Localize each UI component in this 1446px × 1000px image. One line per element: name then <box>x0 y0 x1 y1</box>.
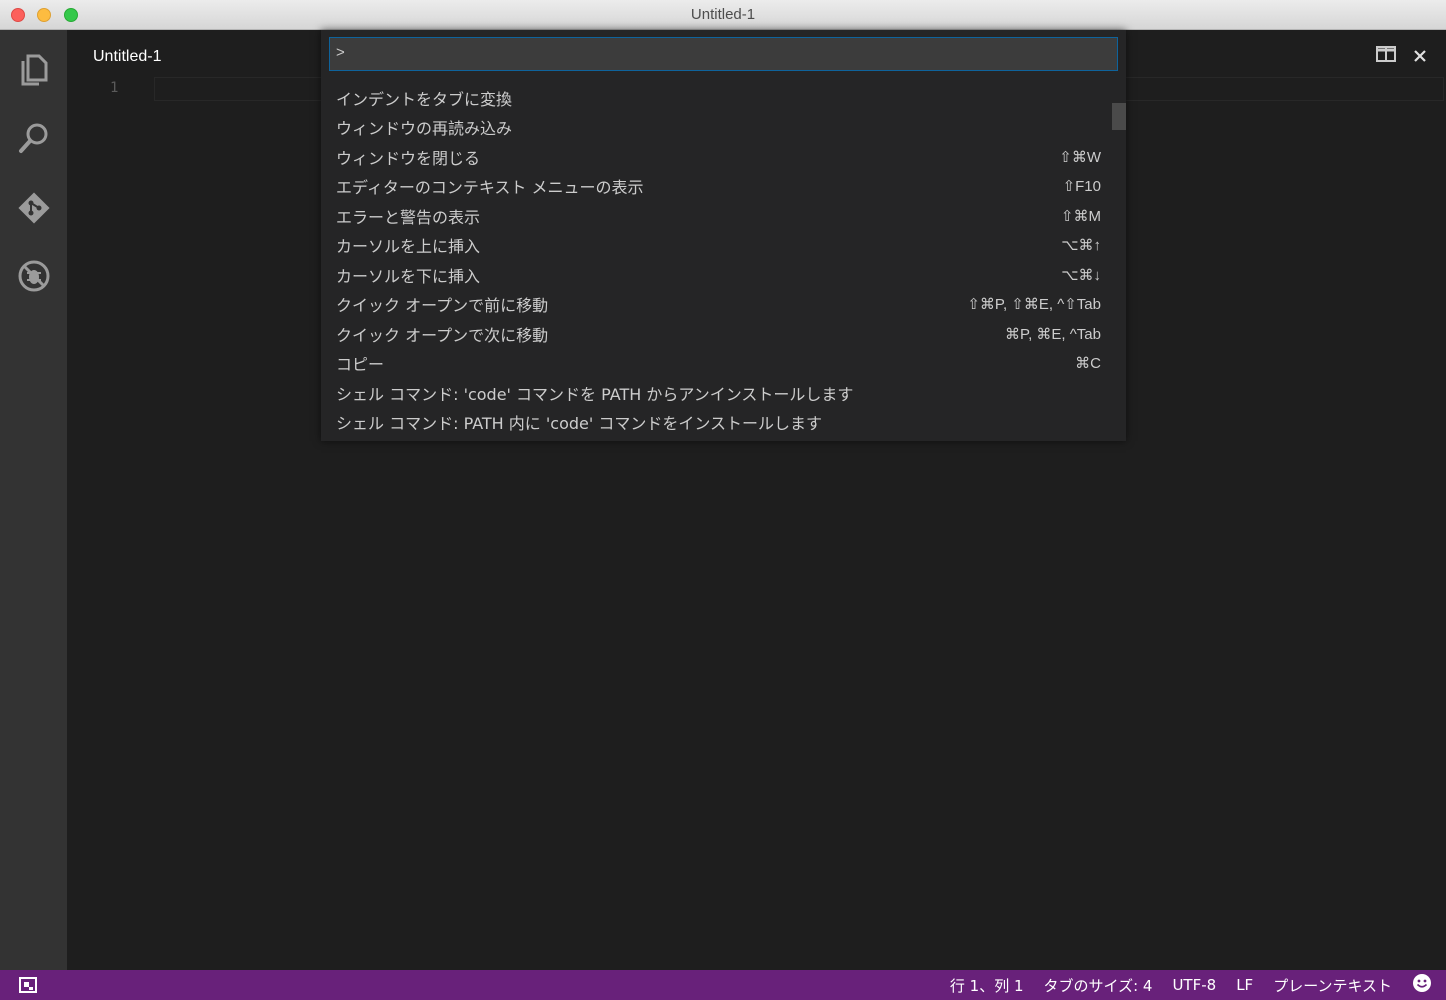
command-keybinding: ⇧⌘M <box>1060 207 1101 225</box>
window-title: Untitled-1 <box>690 6 756 23</box>
command-keybinding: ⇧⌘P, ⇧⌘E, ^⇧Tab <box>967 296 1101 314</box>
command-label: エディターのコンテキスト メニューの表示 <box>336 178 644 198</box>
status-language[interactable]: プレーンテキスト <box>1273 975 1392 996</box>
command-palette-input[interactable]: > <box>329 37 1118 71</box>
git-icon[interactable] <box>14 188 54 228</box>
status-cursor-position[interactable]: 行 1、列 1 <box>950 975 1024 996</box>
command-item[interactable]: クイック オープンで次に移動 ⌘P, ⌘E, ^Tab <box>321 319 1126 349</box>
command-item[interactable]: シェル コマンド: PATH 内に 'code' コマンドをインストールします <box>321 408 1126 438</box>
command-list-scrollbar[interactable] <box>1112 103 1126 130</box>
line-number: 1 <box>110 80 119 96</box>
command-list: インデントをタブに変換 ウィンドウの再読み込み ウィンドウを閉じる ⇧⌘W エデ… <box>321 83 1126 437</box>
files-icon[interactable] <box>14 50 54 90</box>
command-label: シェル コマンド: 'code' コマンドを PATH からアンインストールしま… <box>336 384 854 404</box>
remote-status-icon[interactable] <box>18 976 40 998</box>
close-icon[interactable] <box>1414 47 1426 66</box>
command-item[interactable]: インデントをタブに変換 <box>321 83 1126 113</box>
command-item[interactable]: シェル コマンド: 'code' コマンドを PATH からアンインストールしま… <box>321 378 1126 408</box>
command-keybinding: ⇧F10 <box>1062 178 1101 196</box>
split-editor-icon[interactable] <box>1376 46 1396 66</box>
title-bar: Untitled-1 <box>0 0 1446 30</box>
command-item[interactable]: ウィンドウの再読み込み <box>321 113 1126 143</box>
status-encoding[interactable]: UTF-8 <box>1172 976 1216 994</box>
command-label: エラーと警告の表示 <box>336 207 481 227</box>
command-keybinding: ⌥⌘↓ <box>1061 266 1101 284</box>
command-item[interactable]: ウィンドウを閉じる ⇧⌘W <box>321 142 1126 172</box>
command-item[interactable]: エディターのコンテキスト メニューの表示 ⇧F10 <box>321 172 1126 202</box>
command-label: ウィンドウを閉じる <box>336 148 481 168</box>
command-label: クイック オープンで次に移動 <box>336 325 549 345</box>
command-label: シェル コマンド: PATH 内に 'code' コマンドをインストールします <box>336 414 823 434</box>
command-label: インデントをタブに変換 <box>336 89 513 109</box>
command-label: ウィンドウの再読み込み <box>336 119 513 139</box>
command-label: クイック オープンで前に移動 <box>336 296 549 316</box>
status-eol[interactable]: LF <box>1236 976 1253 994</box>
command-palette: > インデントをタブに変換 ウィンドウの再読み込み ウィンドウを閉じる ⇧⌘W … <box>321 30 1126 441</box>
command-item[interactable]: エラーと警告の表示 ⇧⌘M <box>321 201 1126 231</box>
status-bar: 行 1、列 1 タブのサイズ: 4 UTF-8 LF プレーンテキスト <box>0 970 1446 1000</box>
editor-actions <box>1376 46 1426 66</box>
search-icon[interactable] <box>14 118 54 158</box>
command-keybinding: ⌘C <box>1075 355 1101 373</box>
command-item[interactable]: カーソルを下に挿入 ⌥⌘↓ <box>321 260 1126 290</box>
activity-bar <box>0 30 67 970</box>
command-label: カーソルを上に挿入 <box>336 237 481 257</box>
command-label: コピー <box>336 355 385 375</box>
command-item[interactable]: コピー ⌘C <box>321 349 1126 379</box>
smiley-icon[interactable] <box>1412 973 1432 997</box>
status-tab-size[interactable]: タブのサイズ: 4 <box>1044 975 1153 996</box>
command-keybinding: ⌥⌘↑ <box>1061 237 1101 255</box>
command-label: カーソルを下に挿入 <box>336 266 481 286</box>
tab-untitled-1[interactable]: Untitled-1 <box>93 48 161 66</box>
command-keybinding: ⇧⌘W <box>1059 148 1101 166</box>
debug-icon[interactable] <box>14 256 54 296</box>
command-keybinding: ⌘P, ⌘E, ^Tab <box>1005 325 1101 343</box>
command-item[interactable]: クイック オープンで前に移動 ⇧⌘P, ⇧⌘E, ^⇧Tab <box>321 290 1126 320</box>
command-item[interactable]: カーソルを上に挿入 ⌥⌘↑ <box>321 231 1126 261</box>
